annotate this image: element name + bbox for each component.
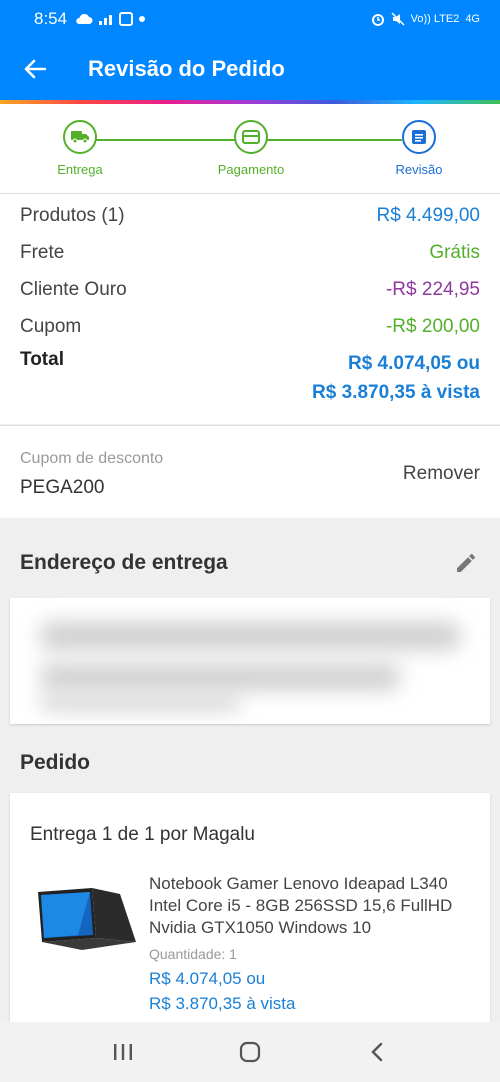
summary-row-products: Produtos (1) R$ 4.499,00 — [20, 205, 480, 227]
home-icon — [239, 1041, 261, 1063]
mute-icon — [391, 12, 405, 26]
order-title: Pedido — [20, 751, 91, 774]
edit-address-button[interactable] — [454, 551, 478, 575]
address-card[interactable] — [10, 598, 490, 724]
step-entrega[interactable]: Entrega — [20, 120, 140, 177]
back-nav-button[interactable] — [357, 1032, 397, 1072]
system-icons: Vo)) LTE2 4G — [371, 12, 480, 26]
summary-row-coupon: Cupom -R$ 200,00 — [20, 316, 480, 338]
step-pagamento[interactable]: Pagamento — [191, 120, 311, 177]
list-icon — [412, 130, 426, 144]
step-circle — [402, 120, 436, 154]
status-time: 8:54 — [34, 9, 68, 28]
back-button[interactable] — [0, 38, 70, 100]
address-title: Endereço de entrega — [20, 551, 228, 574]
summary-value: Grátis — [429, 242, 480, 263]
blurred-address — [40, 696, 240, 710]
step-circle — [63, 120, 97, 154]
coupon-section: Cupom de desconto PEGA200 Remover — [0, 425, 500, 518]
summary-value: -R$ 200,00 — [385, 316, 480, 337]
coupon-code: PEGA200 — [20, 477, 105, 498]
product-image[interactable] — [30, 886, 140, 956]
summary-row-total: Total R$ 4.074,05 ou R$ 3.870,35 à vista — [20, 349, 480, 407]
step-revisao[interactable]: Revisão — [359, 120, 479, 177]
coupon-label: Cupom de desconto — [20, 450, 164, 467]
network-label: Vo)) LTE2 — [410, 13, 460, 25]
arrow-left-icon — [24, 59, 46, 79]
dot-icon — [139, 16, 146, 22]
product-price-cash: R$ 3.870,35 à vista — [149, 994, 296, 1013]
pencil-icon — [457, 553, 475, 572]
app-bar: Revisão do Pedido — [0, 38, 500, 100]
step-circle — [234, 120, 268, 154]
chevron-left-icon — [370, 1042, 382, 1062]
summary-row-gold: Cliente Ouro -R$ 224,95 — [20, 279, 480, 301]
product-name: Notebook Gamer Lenovo Ideapad L340 Intel… — [149, 874, 453, 937]
summary-row-shipping: Frete Grátis — [20, 242, 480, 264]
cloud-icon — [76, 13, 93, 24]
card-icon — [242, 130, 260, 144]
home-button[interactable] — [230, 1032, 270, 1072]
blurred-address — [40, 664, 400, 690]
summary-label: Produtos (1) — [20, 205, 125, 226]
alarm-icon — [371, 14, 384, 26]
truck-icon — [71, 131, 89, 144]
remove-coupon-button[interactable]: Remover — [403, 463, 480, 485]
network-type: 4G — [465, 13, 480, 25]
product-price: R$ 4.074,05 ou — [149, 969, 266, 988]
blurred-address — [40, 622, 460, 650]
summary-label: Cliente Ouro — [20, 279, 127, 300]
page-title: Revisão do Pedido — [88, 56, 285, 81]
image-notification-icon — [119, 12, 134, 26]
checkout-stepper: Entrega Pagamento Revisão — [0, 104, 500, 194]
total-value-line: R$ 3.870,35 à vista — [312, 382, 480, 403]
total-value-line: R$ 4.074,05 ou — [347, 353, 480, 374]
summary-label: Cupom — [20, 316, 82, 337]
notification-icons — [75, 12, 146, 26]
laptop-icon — [38, 888, 136, 950]
product-quantity: Quantidade: 1 — [149, 946, 237, 962]
summary-label: Frete — [20, 242, 65, 263]
system-nav-bar — [0, 1022, 500, 1082]
step-label: Entrega — [57, 162, 103, 177]
total-value: R$ 4.074,05 ou R$ 3.870,35 à vista — [312, 349, 480, 407]
status-bar: 8:54 Vo)) LTE2 4G — [0, 0, 500, 38]
step-label: Pagamento — [217, 162, 285, 177]
order-card: Entrega 1 de 1 por Magalu Notebook Gamer… — [10, 793, 490, 1033]
summary-label: Total — [20, 349, 64, 370]
step-label: Revisão — [395, 162, 443, 177]
summary-value: -R$ 224,95 — [385, 279, 480, 300]
order-summary: Produtos (1) R$ 4.499,00 Frete Grátis Cl… — [0, 194, 500, 424]
recent-apps-icon — [114, 1044, 133, 1060]
recent-apps-button[interactable] — [103, 1032, 143, 1072]
signal-bars-icon — [99, 15, 113, 25]
delivery-title: Entrega 1 de 1 por Magalu — [30, 824, 255, 845]
summary-value: R$ 4.499,00 — [376, 205, 480, 226]
